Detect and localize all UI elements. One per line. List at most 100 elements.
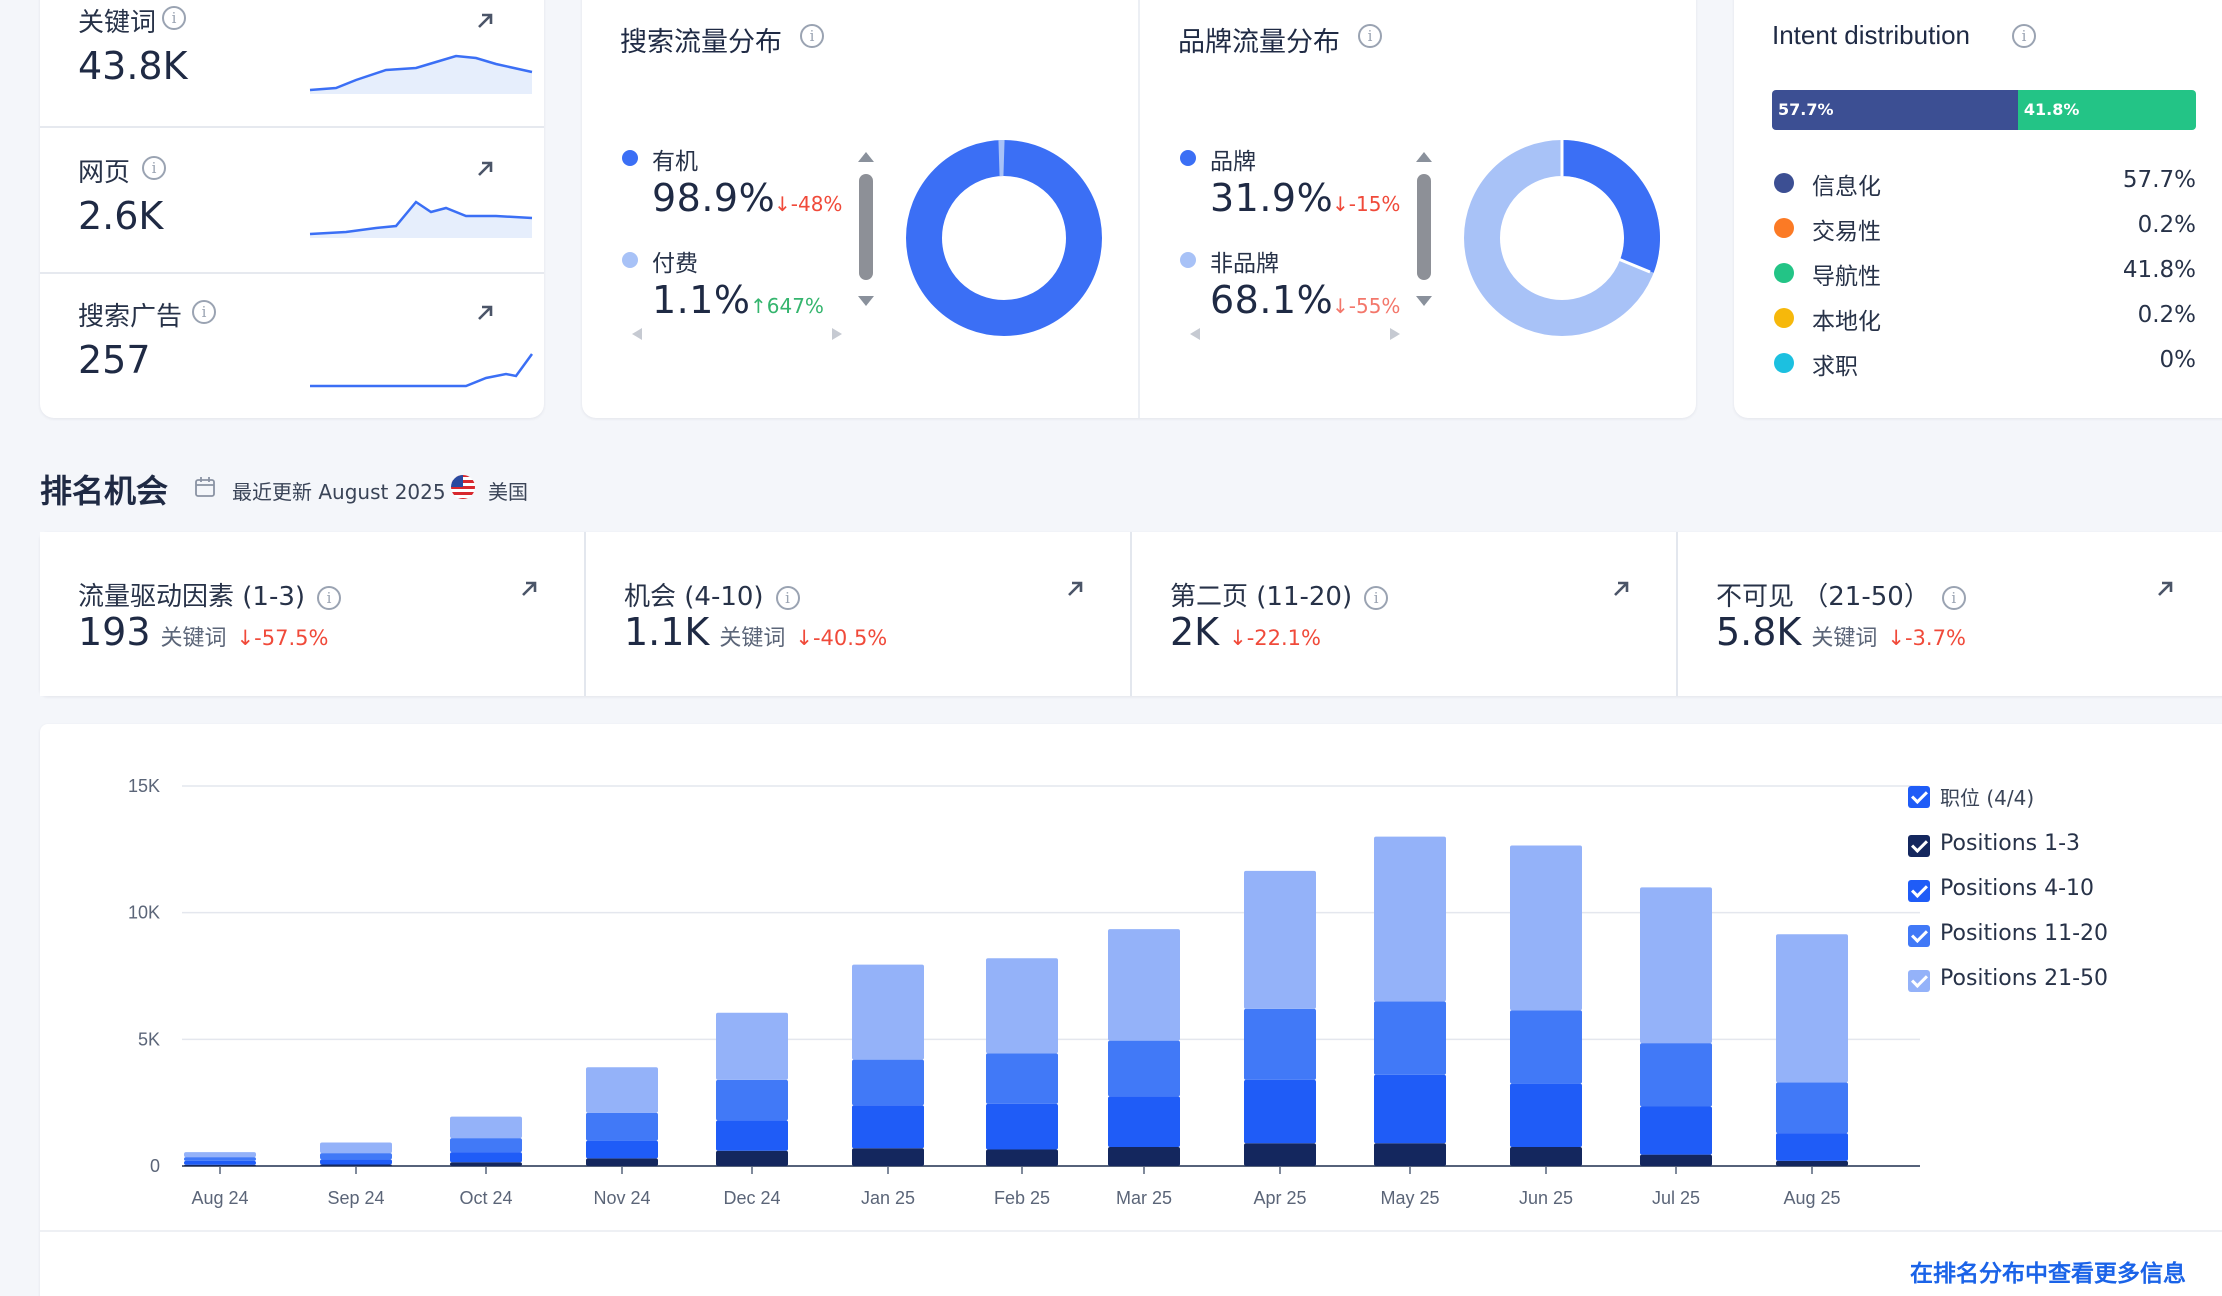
brand-traffic-scroller[interactable] <box>1186 146 1446 346</box>
info-icon[interactable]: i <box>1364 585 1389 610</box>
open-arrow-icon[interactable] <box>472 156 498 182</box>
kpi-keywords-label: 关键词 <box>78 8 157 38</box>
bar-segment[interactable] <box>716 1079 788 1121</box>
legend-header-label: 职位 (4/4) <box>1940 786 2035 810</box>
bar-segment[interactable] <box>320 1153 392 1160</box>
bar-segment[interactable] <box>586 1140 658 1159</box>
kpi-search-ads-label: 搜索广告 <box>78 302 183 332</box>
bar-segment[interactable] <box>986 958 1058 1054</box>
info-icon[interactable]: i <box>775 585 800 610</box>
bar-segment[interactable] <box>320 1142 392 1154</box>
bar-segment[interactable] <box>986 1149 1058 1166</box>
bar-segment[interactable] <box>1776 1082 1848 1134</box>
info-icon[interactable]: i <box>2012 24 2036 48</box>
tile-title: 不可见 （21-50） i <box>1716 576 1966 613</box>
bar-segment[interactable] <box>1374 836 1446 1002</box>
bar-segment[interactable] <box>1374 1143 1446 1166</box>
search-traffic-scroller[interactable] <box>628 146 888 346</box>
bar-segment[interactable] <box>1776 1160 1848 1166</box>
intent-row-jobs[interactable]: 求职 0% <box>1770 343 2196 383</box>
bar-segment[interactable] <box>716 1012 788 1080</box>
open-arrow-icon[interactable] <box>472 300 498 326</box>
brand-traffic-donut <box>1464 140 1660 336</box>
bar-segment[interactable] <box>1510 1083 1582 1147</box>
info-icon[interactable]: i <box>142 156 166 180</box>
bar-segment[interactable] <box>1776 1133 1848 1161</box>
bar-segment[interactable] <box>1374 1074 1446 1144</box>
bar-segment[interactable] <box>1640 887 1712 1044</box>
bar-segment[interactable] <box>1640 1043 1712 1107</box>
bar-segment[interactable] <box>450 1138 522 1153</box>
info-icon[interactable]: i <box>317 585 342 610</box>
x-tick-label: Feb 25 <box>994 1188 1050 1208</box>
bar-segment[interactable] <box>1374 1001 1446 1075</box>
kpi-keywords[interactable]: 关键词 i 43.8K <box>40 0 544 126</box>
intent-row-transactional[interactable]: 交易性 0.2% <box>1770 208 2196 248</box>
bar-segment[interactable] <box>1510 845 1582 1011</box>
legend-checkbox[interactable] <box>1908 925 1930 947</box>
tile-page-two[interactable]: 第二页 (11-20) i 2K ↓-22.1% <box>1132 532 1678 696</box>
bar-segment[interactable] <box>184 1157 256 1161</box>
bar-segment[interactable] <box>716 1150 788 1166</box>
bar-segment[interactable] <box>320 1159 392 1165</box>
legend-checkbox[interactable] <box>1908 970 1930 992</box>
x-tick-label: Apr 25 <box>1253 1188 1306 1208</box>
view-more-link[interactable]: 在排名分布中查看更多信息 <box>1910 1254 2186 1288</box>
bar-segment[interactable] <box>450 1116 522 1139</box>
bar-segment[interactable] <box>1776 934 1848 1083</box>
bar-segment[interactable] <box>986 1103 1058 1150</box>
intent-row-local[interactable]: 本地化 0.2% <box>1770 298 2196 338</box>
tile-opportunities[interactable]: 机会 (4-10) i 1.1K 关键词 ↓-40.5% <box>586 532 1132 696</box>
bar-segment[interactable] <box>716 1120 788 1151</box>
bar-segment[interactable] <box>852 1148 924 1166</box>
bar-segment[interactable] <box>1510 1010 1582 1084</box>
bar-segment[interactable] <box>586 1158 658 1166</box>
bar-segment[interactable] <box>320 1164 392 1166</box>
bar-segment[interactable] <box>1108 1040 1180 1097</box>
open-arrow-icon[interactable] <box>516 576 542 602</box>
bar-segment[interactable] <box>852 1105 924 1149</box>
bar-segment[interactable] <box>1244 1079 1316 1144</box>
info-icon[interactable]: i <box>1358 24 1382 48</box>
legend-checkbox[interactable] <box>1908 880 1930 902</box>
open-arrow-icon[interactable] <box>472 8 498 34</box>
info-icon[interactable]: i <box>192 300 216 324</box>
intent-row-navigational[interactable]: 导航性 41.8% <box>1770 253 2196 293</box>
bar-segment[interactable] <box>450 1162 522 1166</box>
bar-segment[interactable] <box>586 1112 658 1141</box>
bar-segment[interactable] <box>1108 1096 1180 1147</box>
bar-segment[interactable] <box>586 1067 658 1113</box>
bar-segment[interactable] <box>1244 1008 1316 1080</box>
tile-value-line: 5.8K 关键词 ↓-3.7% <box>1716 610 1966 654</box>
open-arrow-icon[interactable] <box>2152 576 2178 602</box>
kpi-search-ads[interactable]: 搜索广告 i 257 <box>40 274 544 418</box>
bar-segment[interactable] <box>184 1160 256 1165</box>
bar-segment[interactable] <box>450 1152 522 1163</box>
bar-segment[interactable] <box>184 1152 256 1158</box>
open-arrow-icon[interactable] <box>1608 576 1634 602</box>
info-icon[interactable]: i <box>1941 585 1966 610</box>
kpi-pages[interactable]: 网页 i 2.6K <box>40 128 544 272</box>
tile-traffic-drivers[interactable]: 流量驱动因素 (1-3) i 193 关键词 ↓-57.5% <box>40 532 586 696</box>
bar-segment[interactable] <box>1640 1106 1712 1155</box>
bar-segment[interactable] <box>1510 1147 1582 1166</box>
legend-checkbox[interactable] <box>1908 835 1930 857</box>
bar-segment[interactable] <box>184 1164 256 1166</box>
bar-segment[interactable] <box>1244 1143 1316 1166</box>
open-arrow-icon[interactable] <box>1062 576 1088 602</box>
legend-checkbox[interactable] <box>1908 786 1930 808</box>
info-icon[interactable]: i <box>800 24 824 48</box>
intent-name: 信息化 <box>1812 174 1881 200</box>
bar-segment[interactable] <box>1244 870 1316 1009</box>
bar-segment[interactable] <box>1108 929 1180 1041</box>
tile-title: 第二页 (11-20) i <box>1170 576 1389 613</box>
bar-segment[interactable] <box>852 1059 924 1106</box>
info-icon[interactable]: i <box>162 6 186 30</box>
intent-pct: 0.2% <box>2137 302 2196 328</box>
bar-segment[interactable] <box>852 964 924 1060</box>
intent-row-informational[interactable]: 信息化 57.7% <box>1770 163 2196 203</box>
bar-segment[interactable] <box>1640 1154 1712 1166</box>
bar-segment[interactable] <box>1108 1147 1180 1166</box>
bar-segment[interactable] <box>986 1053 1058 1104</box>
tile-invisible[interactable]: 不可见 （21-50） i 5.8K 关键词 ↓-3.7% <box>1678 532 2222 696</box>
